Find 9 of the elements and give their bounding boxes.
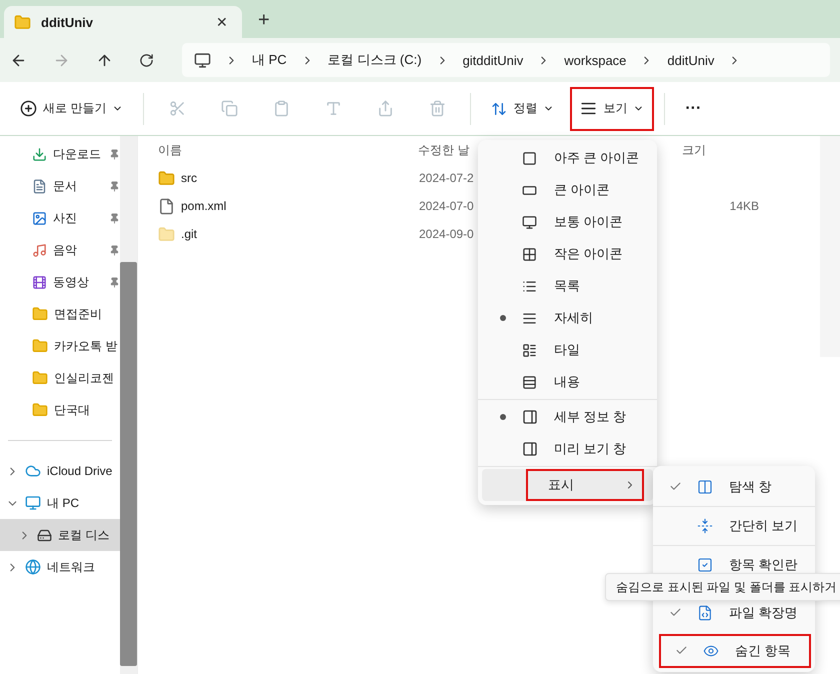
date-cell-text: 2024-09-0 (419, 227, 475, 241)
tab-title: dditUniv (41, 14, 94, 30)
file-name: src (181, 171, 197, 185)
date-cell-text: 2024-07-2 (419, 171, 475, 185)
file-name: pom.xml (181, 199, 226, 213)
size-cell-text: 14KB (728, 199, 759, 213)
tooltip: 숨김으로 표시된 파일 및 폴더를 표시하거 (605, 573, 840, 601)
file-name: .git (181, 227, 198, 241)
date-cell-text: 2024-07-0 (419, 199, 475, 213)
